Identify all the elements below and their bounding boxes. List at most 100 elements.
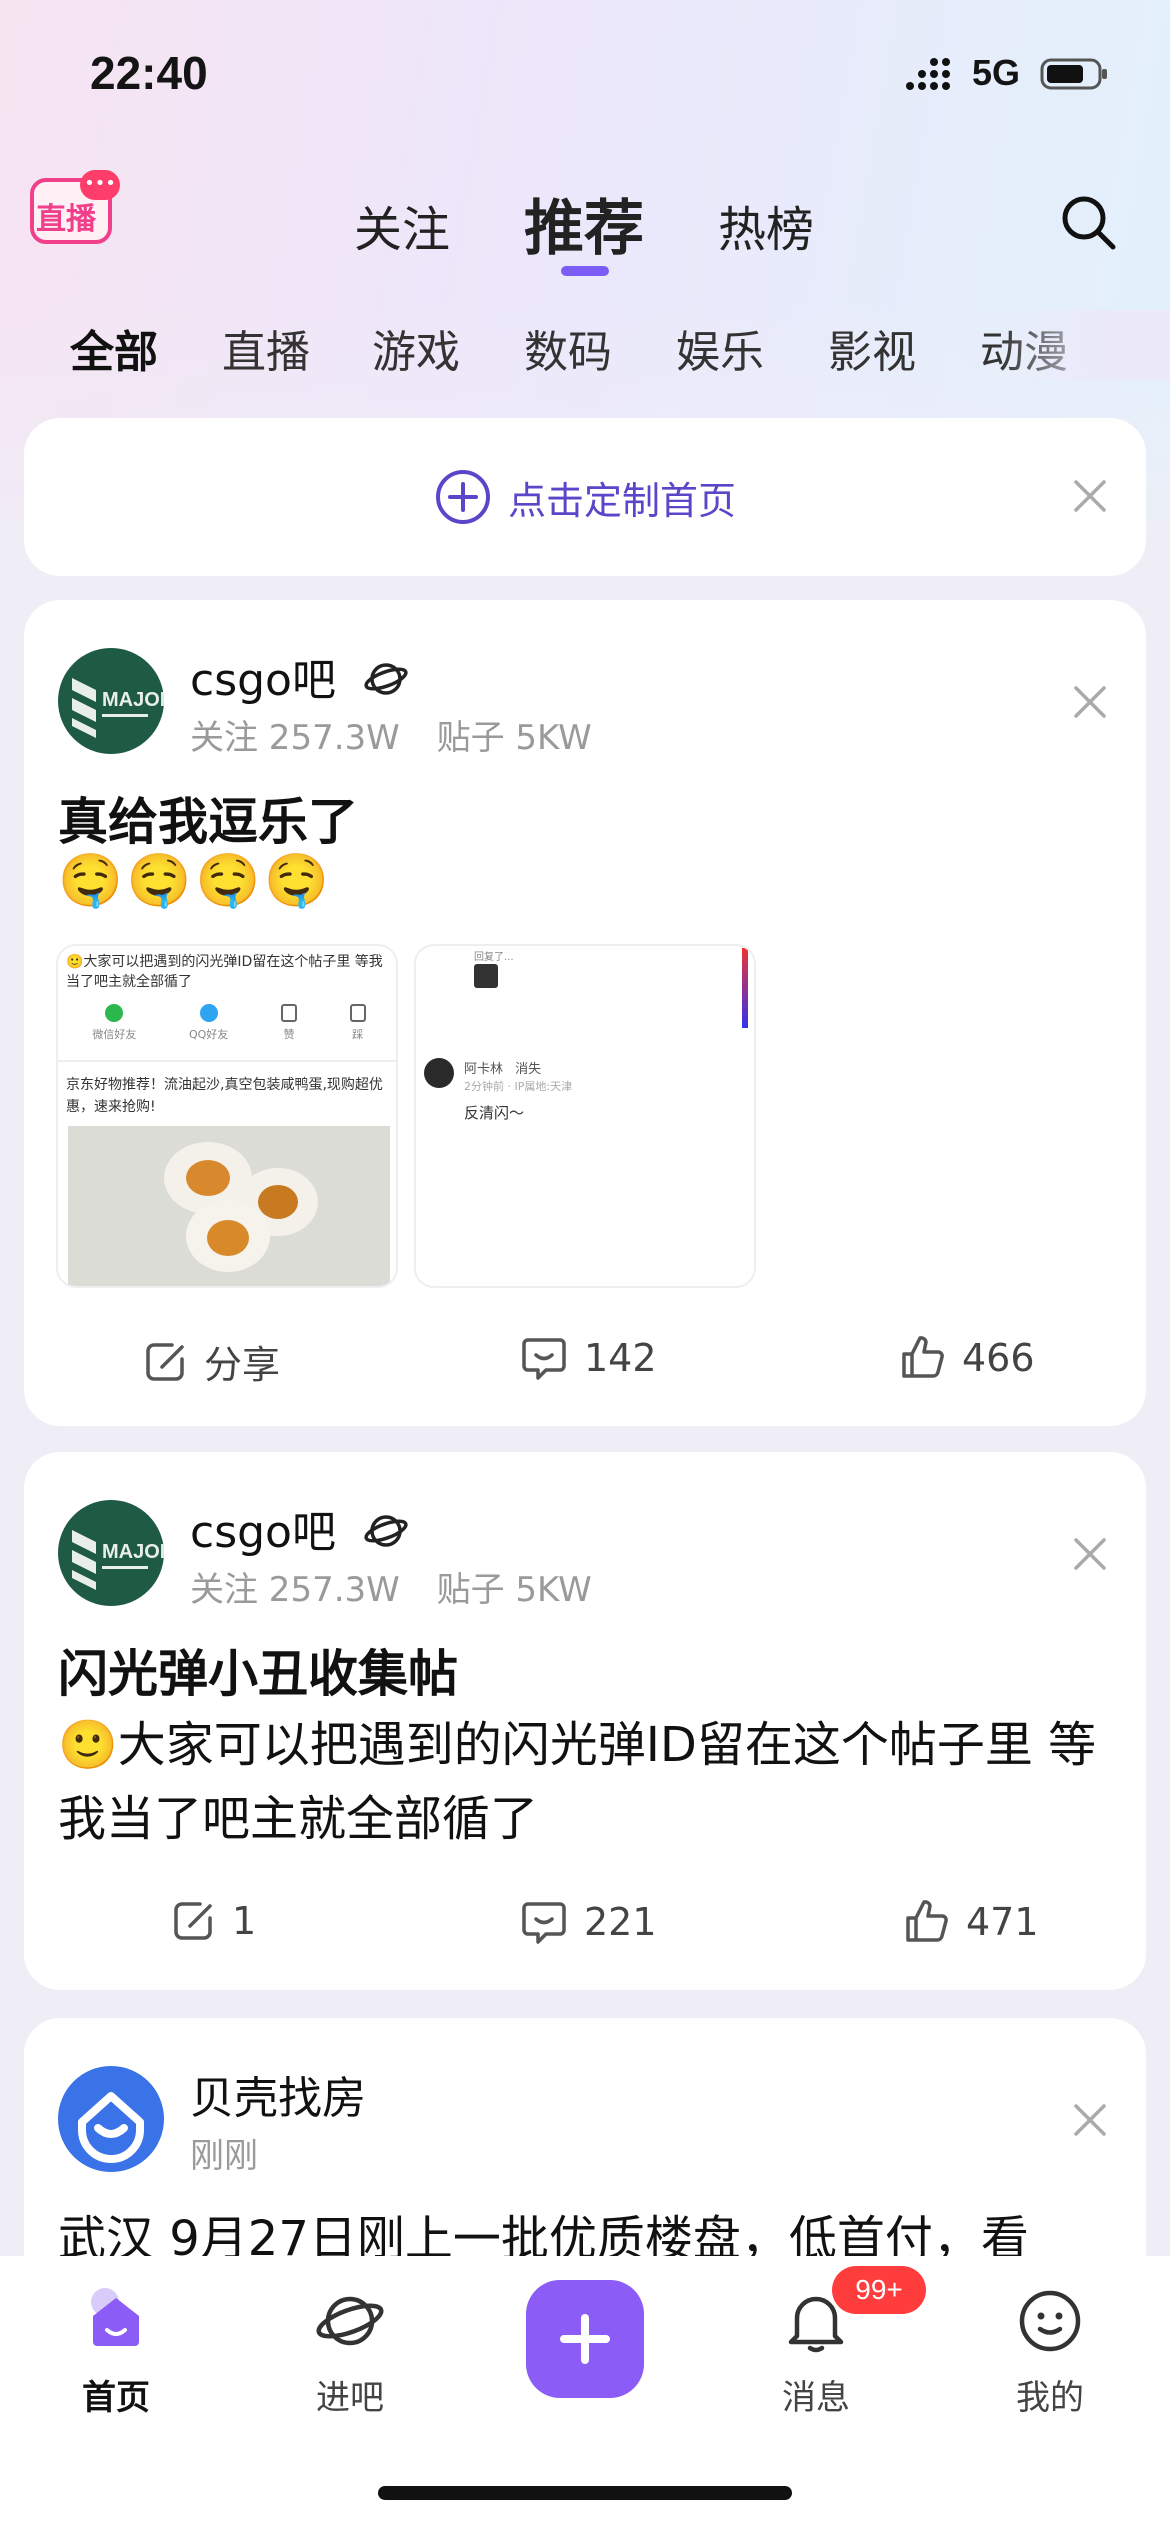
close-icon[interactable] bbox=[1070, 682, 1110, 722]
category-all[interactable]: 全部 bbox=[70, 316, 158, 380]
dislike-icon bbox=[349, 1004, 366, 1022]
category-live[interactable]: 直播 bbox=[222, 316, 310, 380]
like-count: 466 bbox=[962, 1336, 1035, 1380]
search-icon[interactable] bbox=[1058, 192, 1118, 252]
tab-forums[interactable]: 进吧 bbox=[280, 2286, 420, 2419]
comment-meta: 2分钟前 · IP属地:天津 bbox=[464, 1080, 573, 1093]
tab-profile[interactable]: 我的 bbox=[980, 2286, 1120, 2419]
customize-label: 点击定制首页 bbox=[507, 478, 736, 523]
commenter-avatar bbox=[424, 1058, 454, 1088]
post-time: 刚刚 bbox=[190, 2136, 258, 2176]
forum-name[interactable]: csgo吧 bbox=[190, 644, 408, 708]
comment-button[interactable]: 221 bbox=[520, 1898, 657, 1946]
commenter-line: 阿卡林 消失 bbox=[464, 1058, 541, 1077]
customize-home-card[interactable]: 点击定制首页 bbox=[24, 418, 1146, 576]
like-button[interactable]: 471 bbox=[902, 1898, 1039, 1946]
tab-recommended[interactable]: 推荐 bbox=[524, 180, 644, 267]
category-games[interactable]: 游戏 bbox=[372, 316, 460, 380]
drool-emoji: 🤤 bbox=[126, 851, 192, 911]
forum-followers: 关注 257.3W bbox=[190, 718, 400, 758]
close-icon[interactable] bbox=[1070, 2100, 1110, 2140]
image-avatar-thumb bbox=[474, 964, 498, 988]
signal-icon bbox=[906, 58, 950, 90]
notification-badge: 99+ bbox=[832, 2266, 926, 2314]
drool-emoji: 🤤 bbox=[264, 851, 329, 911]
smiley-icon bbox=[1019, 2290, 1081, 2352]
image-header-text: 🙂大家可以把遇到的闪光弹ID留在这个帖子里 等我当了吧主就全部循了 bbox=[66, 954, 383, 990]
share-button[interactable]: 1 bbox=[170, 1898, 256, 1944]
beike-logo-icon bbox=[58, 2066, 164, 2172]
planet-icon bbox=[364, 1515, 408, 1547]
planet-icon bbox=[316, 2296, 384, 2346]
image-ad-text: 京东好物推荐！流油起沙,真空包装咸鸭蛋,现购超优惠，速来抢购! bbox=[66, 1077, 383, 1115]
comment-button[interactable]: 142 bbox=[520, 1334, 657, 1382]
share-button[interactable]: 分享 bbox=[142, 1334, 280, 1389]
active-tab-indicator bbox=[561, 266, 609, 276]
wechat-icon bbox=[105, 1004, 124, 1022]
post-image[interactable]: 🙂大家可以把遇到的闪光弹ID留在这个帖子里 等我当了吧主就全部循了 微信好友 Q… bbox=[56, 944, 398, 1288]
like-count: 471 bbox=[966, 1900, 1039, 1944]
commenter-tag: 消失 bbox=[515, 1062, 542, 1077]
like-button[interactable]: 466 bbox=[898, 1334, 1035, 1382]
image-share-row: 微信好友 QQ好友 赞 踩 bbox=[66, 1004, 392, 1042]
commenter-name: 阿卡林 bbox=[464, 1062, 504, 1077]
post-body-text: 大家可以把遇到的闪光弹ID留在这个帖子里 等我当了吧主就全部循了 bbox=[58, 1717, 1097, 1847]
post-title[interactable]: 真给我逗乐了 bbox=[58, 782, 358, 854]
share-label: 分享 bbox=[204, 1343, 281, 1387]
network-type: 5G bbox=[972, 52, 1021, 93]
comment-text: 反清闪～ bbox=[464, 1104, 525, 1122]
home-indicator bbox=[378, 2486, 792, 2500]
comment-icon bbox=[522, 1902, 566, 1944]
share-icon bbox=[174, 1902, 212, 1940]
category-digital[interactable]: 数码 bbox=[524, 316, 612, 380]
category-film[interactable]: 影视 bbox=[828, 316, 916, 380]
post-new-button[interactable] bbox=[526, 2280, 644, 2398]
post-image[interactable]: 回复了... 阿卡林 消失 2分钟前 · IP属地:天津 反清闪～ bbox=[414, 944, 756, 1288]
home-icon bbox=[91, 2288, 139, 2346]
forum-meta: 关注 257.3W 贴子 5KW bbox=[190, 710, 592, 759]
thumbs-up-icon bbox=[902, 1336, 944, 1378]
forum-meta: 关注 257.3W 贴子 5KW bbox=[190, 1562, 592, 1611]
drool-emoji: 🤤 bbox=[195, 851, 261, 911]
forum-avatar[interactable]: MAJOR bbox=[58, 1500, 164, 1606]
add-circle-icon bbox=[435, 470, 490, 524]
forum-avatar[interactable]: MAJOR bbox=[58, 648, 164, 754]
comment-count: 142 bbox=[584, 1336, 657, 1380]
close-icon[interactable] bbox=[1070, 476, 1110, 516]
comment-count: 221 bbox=[584, 1900, 657, 1944]
forum-name[interactable]: csgo吧 bbox=[190, 1496, 408, 1560]
close-icon[interactable] bbox=[1070, 1534, 1110, 1574]
post-card[interactable]: MAJOR csgo吧 关注 257.3W 贴子 5KW 真给我逗乐了 🤤 🤤 … bbox=[24, 600, 1146, 1426]
category-bar: 全部 直播 游戏 数码 娱乐 影视 动漫 bbox=[0, 310, 1170, 380]
svg-text:MAJOR: MAJOR bbox=[102, 1541, 164, 1563]
thumbs-up-icon bbox=[906, 1900, 948, 1942]
comment-icon bbox=[522, 1338, 566, 1380]
forum-followers: 关注 257.3W bbox=[190, 1570, 400, 1610]
drool-emoji: 🤤 bbox=[58, 851, 123, 911]
tab-label: 首页 bbox=[82, 2378, 150, 2418]
tab-label: 进吧 bbox=[316, 2378, 384, 2418]
smile-emoji: 🙂 bbox=[58, 1717, 118, 1773]
image-top-text: 回复了... bbox=[474, 952, 514, 963]
post-card[interactable]: MAJOR csgo吧 关注 257.3W 贴子 5KW 闪光弹小丑收集帖 🙂大… bbox=[24, 1452, 1146, 1990]
forum-avatar[interactable] bbox=[58, 2066, 164, 2172]
advertiser-name[interactable]: 贝壳找房 bbox=[190, 2062, 366, 2126]
status-bar: 22:40 5G bbox=[0, 40, 1170, 110]
battery-icon bbox=[1040, 58, 1107, 90]
post-body[interactable]: 🙂大家可以把遇到的闪光弹ID留在这个帖子里 等我当了吧主就全部循了 bbox=[58, 1708, 1118, 1856]
category-entertainment[interactable]: 娱乐 bbox=[676, 316, 764, 380]
tab-label: 我的 bbox=[1016, 2378, 1084, 2418]
divider bbox=[58, 1060, 396, 1062]
plus-icon bbox=[560, 2314, 610, 2364]
tab-hot[interactable]: 热榜 bbox=[718, 190, 814, 260]
status-time: 22:40 bbox=[90, 47, 208, 99]
image-edge-strip bbox=[742, 948, 748, 1028]
tab-home[interactable]: 首页 bbox=[46, 2286, 186, 2419]
qq-icon bbox=[199, 1004, 218, 1022]
tab-following[interactable]: 关注 bbox=[354, 190, 450, 260]
like-icon bbox=[280, 1004, 297, 1022]
image-share-label: QQ好友 bbox=[188, 1028, 229, 1041]
share-icon bbox=[146, 1342, 184, 1381]
category-fade bbox=[1000, 310, 1170, 380]
post-title[interactable]: 闪光弹小丑收集帖 bbox=[58, 1634, 458, 1706]
